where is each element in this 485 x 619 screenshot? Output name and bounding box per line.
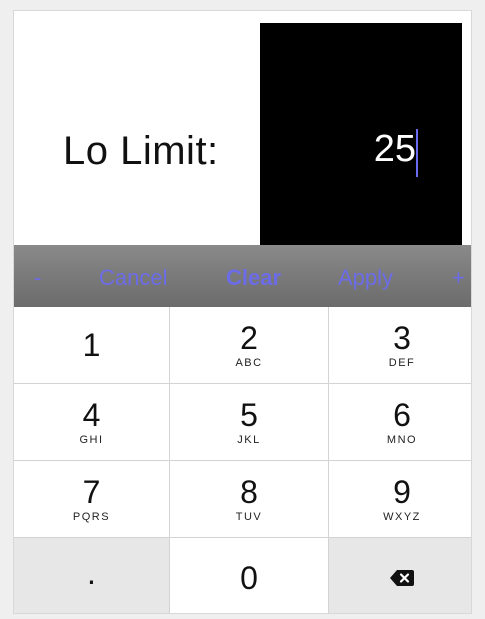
key-letters: WXYZ — [383, 511, 421, 523]
key-digit: 5 — [240, 397, 258, 433]
key-9[interactable]: 9 WXYZ — [329, 461, 471, 537]
key-2[interactable]: 2 ABC — [170, 307, 328, 383]
minus-button[interactable]: - — [34, 265, 41, 291]
key-letters: TUV — [235, 511, 263, 523]
key-digit: 0 — [240, 560, 258, 596]
key-letters: PQRS — [72, 511, 111, 523]
numeric-keypad: 1 2 ABC 3 DEF 4 GHI 5 JKL 6 MNO 7 PQRS 8… — [14, 307, 471, 613]
delete-button[interactable] — [329, 538, 471, 613]
key-letters: MNO — [386, 434, 418, 446]
plus-button[interactable]: + — [452, 265, 465, 291]
key-7[interactable]: 7 PQRS — [14, 461, 169, 537]
value-display[interactable]: 25 — [260, 23, 462, 255]
backspace-icon — [389, 569, 415, 587]
limit-editor: Lo Limit: 25 - Cancel Clear Apply + 1 2 … — [13, 10, 472, 614]
key-digit: 2 — [240, 320, 258, 356]
key-digit: 4 — [82, 397, 101, 433]
key-digit: 7 — [82, 474, 101, 510]
key-3[interactable]: 3 DEF — [329, 307, 471, 383]
field-label: Lo Limit: — [63, 129, 219, 173]
cancel-button[interactable]: Cancel — [99, 265, 167, 291]
key-digit: 1 — [82, 327, 101, 363]
key-0[interactable]: 0 — [170, 538, 328, 613]
key-digit: 3 — [393, 320, 411, 356]
key-digit: 6 — [393, 397, 411, 433]
key-dot-label: . — [87, 555, 96, 591]
key-digit: 9 — [393, 474, 411, 510]
key-5[interactable]: 5 JKL — [170, 384, 328, 460]
key-letters: ABC — [235, 357, 263, 369]
key-4[interactable]: 4 GHI — [14, 384, 169, 460]
key-dot[interactable]: . — [14, 538, 169, 613]
clear-button[interactable]: Clear — [226, 265, 281, 291]
key-letters: DEF — [388, 357, 416, 369]
key-1[interactable]: 1 — [14, 307, 169, 383]
key-letters: GHI — [79, 434, 104, 446]
key-6[interactable]: 6 MNO — [329, 384, 471, 460]
value-text: 25 — [373, 128, 416, 170]
key-digit: 8 — [240, 474, 258, 510]
key-letters: JKL — [237, 434, 261, 446]
key-8[interactable]: 8 TUV — [170, 461, 328, 537]
keypad-toolbar: - Cancel Clear Apply + — [14, 245, 471, 307]
apply-button[interactable]: Apply — [338, 265, 393, 291]
text-cursor — [416, 129, 418, 177]
